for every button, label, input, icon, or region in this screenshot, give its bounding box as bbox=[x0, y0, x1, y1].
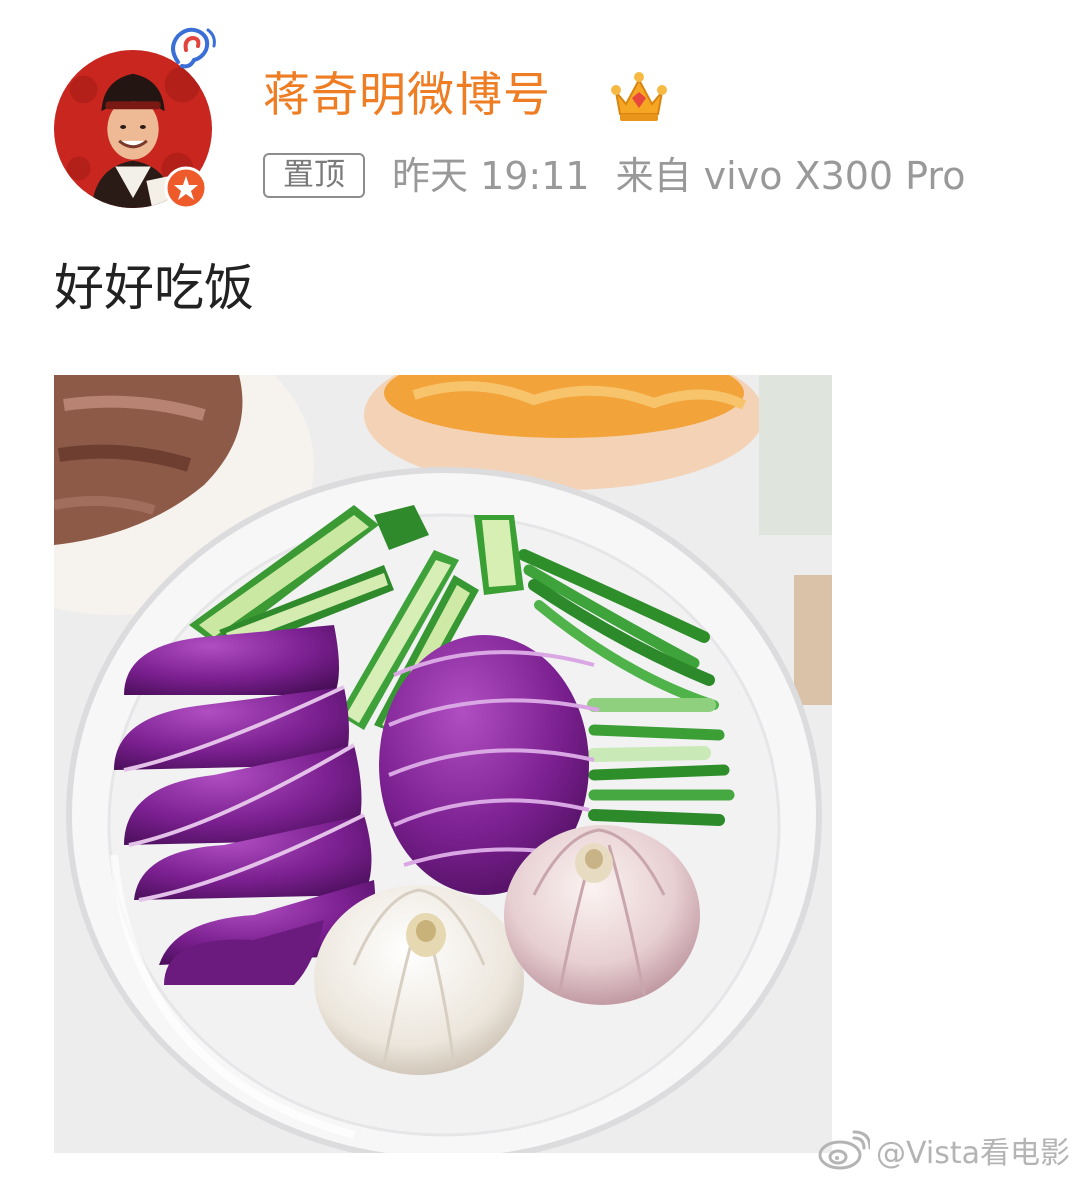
gold-crown-icon[interactable] bbox=[608, 66, 670, 126]
weibo-post: 蒋奇明微博号 置顶 昨天 19:11 来自 vivo X300 Pro 好好吃饭 bbox=[0, 0, 1080, 1177]
weibo-logo-icon bbox=[818, 1130, 871, 1170]
post-photo[interactable] bbox=[54, 375, 832, 1153]
post-meta: 昨天 19:11 来自 vivo X300 Pro bbox=[392, 150, 965, 202]
post-time: 昨天 19:11 bbox=[392, 154, 590, 198]
ear-badge-icon bbox=[171, 27, 216, 69]
food-photo bbox=[54, 375, 832, 1153]
orange-v-verified-icon bbox=[164, 166, 208, 210]
watermark: @Vista看电影 bbox=[818, 1128, 1070, 1172]
post-text: 好好吃饭 bbox=[54, 259, 254, 317]
watermark-handle: @Vista看电影 bbox=[876, 1136, 1070, 1171]
pinned-badge: 置顶 bbox=[263, 153, 365, 198]
post-source[interactable]: 来自 vivo X300 Pro bbox=[616, 150, 966, 202]
author-name[interactable]: 蒋奇明微博号 bbox=[263, 64, 551, 128]
